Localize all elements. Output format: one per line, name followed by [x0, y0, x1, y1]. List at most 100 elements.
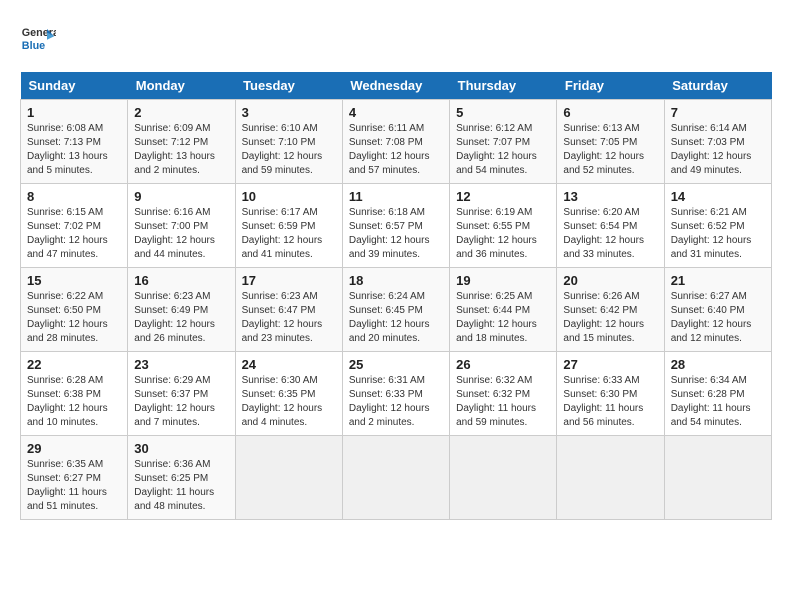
day-number: 11 — [349, 189, 443, 204]
calendar-cell — [664, 436, 771, 520]
calendar-cell — [450, 436, 557, 520]
day-info: Sunrise: 6:09 AMSunset: 7:12 PMDaylight:… — [134, 123, 215, 176]
calendar-cell: 3 Sunrise: 6:10 AMSunset: 7:10 PMDayligh… — [235, 100, 342, 184]
calendar-cell: 14 Sunrise: 6:21 AMSunset: 6:52 PMDaylig… — [664, 184, 771, 268]
day-info: Sunrise: 6:17 AMSunset: 6:59 PMDaylight:… — [242, 207, 323, 260]
day-number: 1 — [27, 105, 121, 120]
calendar-cell: 15 Sunrise: 6:22 AMSunset: 6:50 PMDaylig… — [21, 268, 128, 352]
day-number: 2 — [134, 105, 228, 120]
calendar-cell: 20 Sunrise: 6:26 AMSunset: 6:42 PMDaylig… — [557, 268, 664, 352]
calendar-cell: 1 Sunrise: 6:08 AMSunset: 7:13 PMDayligh… — [21, 100, 128, 184]
day-info: Sunrise: 6:30 AMSunset: 6:35 PMDaylight:… — [242, 375, 323, 428]
calendar-week-row: 8 Sunrise: 6:15 AMSunset: 7:02 PMDayligh… — [21, 184, 772, 268]
calendar-cell: 2 Sunrise: 6:09 AMSunset: 7:12 PMDayligh… — [128, 100, 235, 184]
calendar-cell: 12 Sunrise: 6:19 AMSunset: 6:55 PMDaylig… — [450, 184, 557, 268]
calendar-cell: 13 Sunrise: 6:20 AMSunset: 6:54 PMDaylig… — [557, 184, 664, 268]
day-number: 21 — [671, 273, 765, 288]
day-number: 27 — [563, 357, 657, 372]
day-number: 19 — [456, 273, 550, 288]
calendar-cell: 11 Sunrise: 6:18 AMSunset: 6:57 PMDaylig… — [342, 184, 449, 268]
calendar-week-row: 22 Sunrise: 6:28 AMSunset: 6:38 PMDaylig… — [21, 352, 772, 436]
day-number: 23 — [134, 357, 228, 372]
day-number: 14 — [671, 189, 765, 204]
day-info: Sunrise: 6:20 AMSunset: 6:54 PMDaylight:… — [563, 207, 644, 260]
day-info: Sunrise: 6:27 AMSunset: 6:40 PMDaylight:… — [671, 291, 752, 344]
day-number: 13 — [563, 189, 657, 204]
day-number: 3 — [242, 105, 336, 120]
day-number: 8 — [27, 189, 121, 204]
day-number: 25 — [349, 357, 443, 372]
day-number: 20 — [563, 273, 657, 288]
day-number: 10 — [242, 189, 336, 204]
logo-icon: General Blue — [20, 20, 56, 56]
day-info: Sunrise: 6:15 AMSunset: 7:02 PMDaylight:… — [27, 207, 108, 260]
calendar-cell: 22 Sunrise: 6:28 AMSunset: 6:38 PMDaylig… — [21, 352, 128, 436]
logo: General Blue — [20, 20, 56, 56]
day-info: Sunrise: 6:28 AMSunset: 6:38 PMDaylight:… — [27, 375, 108, 428]
day-info: Sunrise: 6:34 AMSunset: 6:28 PMDaylight:… — [671, 375, 751, 428]
calendar-cell: 4 Sunrise: 6:11 AMSunset: 7:08 PMDayligh… — [342, 100, 449, 184]
day-number: 18 — [349, 273, 443, 288]
day-info: Sunrise: 6:24 AMSunset: 6:45 PMDaylight:… — [349, 291, 430, 344]
calendar-cell: 8 Sunrise: 6:15 AMSunset: 7:02 PMDayligh… — [21, 184, 128, 268]
day-info: Sunrise: 6:13 AMSunset: 7:05 PMDaylight:… — [563, 123, 644, 176]
calendar-cell: 28 Sunrise: 6:34 AMSunset: 6:28 PMDaylig… — [664, 352, 771, 436]
calendar-cell: 9 Sunrise: 6:16 AMSunset: 7:00 PMDayligh… — [128, 184, 235, 268]
day-number: 6 — [563, 105, 657, 120]
svg-text:Blue: Blue — [22, 40, 45, 52]
day-number: 5 — [456, 105, 550, 120]
calendar-cell: 17 Sunrise: 6:23 AMSunset: 6:47 PMDaylig… — [235, 268, 342, 352]
day-number: 28 — [671, 357, 765, 372]
day-number: 17 — [242, 273, 336, 288]
weekday-header-wednesday: Wednesday — [342, 72, 449, 100]
calendar-cell — [342, 436, 449, 520]
calendar-cell: 21 Sunrise: 6:27 AMSunset: 6:40 PMDaylig… — [664, 268, 771, 352]
day-info: Sunrise: 6:35 AMSunset: 6:27 PMDaylight:… — [27, 459, 107, 512]
day-number: 24 — [242, 357, 336, 372]
weekday-header-friday: Friday — [557, 72, 664, 100]
calendar-cell: 27 Sunrise: 6:33 AMSunset: 6:30 PMDaylig… — [557, 352, 664, 436]
weekday-header-thursday: Thursday — [450, 72, 557, 100]
day-number: 7 — [671, 105, 765, 120]
weekday-header-row: SundayMondayTuesdayWednesdayThursdayFrid… — [21, 72, 772, 100]
calendar-cell: 23 Sunrise: 6:29 AMSunset: 6:37 PMDaylig… — [128, 352, 235, 436]
calendar-week-row: 15 Sunrise: 6:22 AMSunset: 6:50 PMDaylig… — [21, 268, 772, 352]
day-info: Sunrise: 6:08 AMSunset: 7:13 PMDaylight:… — [27, 123, 108, 176]
calendar-cell — [557, 436, 664, 520]
calendar-table: SundayMondayTuesdayWednesdayThursdayFrid… — [20, 72, 772, 520]
day-number: 12 — [456, 189, 550, 204]
day-info: Sunrise: 6:23 AMSunset: 6:47 PMDaylight:… — [242, 291, 323, 344]
weekday-header-monday: Monday — [128, 72, 235, 100]
calendar-cell: 18 Sunrise: 6:24 AMSunset: 6:45 PMDaylig… — [342, 268, 449, 352]
calendar-cell: 6 Sunrise: 6:13 AMSunset: 7:05 PMDayligh… — [557, 100, 664, 184]
weekday-header-tuesday: Tuesday — [235, 72, 342, 100]
page-header: General Blue — [20, 20, 772, 56]
day-info: Sunrise: 6:16 AMSunset: 7:00 PMDaylight:… — [134, 207, 215, 260]
day-info: Sunrise: 6:31 AMSunset: 6:33 PMDaylight:… — [349, 375, 430, 428]
day-info: Sunrise: 6:18 AMSunset: 6:57 PMDaylight:… — [349, 207, 430, 260]
day-info: Sunrise: 6:26 AMSunset: 6:42 PMDaylight:… — [563, 291, 644, 344]
day-number: 9 — [134, 189, 228, 204]
day-info: Sunrise: 6:19 AMSunset: 6:55 PMDaylight:… — [456, 207, 537, 260]
day-info: Sunrise: 6:29 AMSunset: 6:37 PMDaylight:… — [134, 375, 215, 428]
calendar-cell: 30 Sunrise: 6:36 AMSunset: 6:25 PMDaylig… — [128, 436, 235, 520]
weekday-header-sunday: Sunday — [21, 72, 128, 100]
calendar-cell: 25 Sunrise: 6:31 AMSunset: 6:33 PMDaylig… — [342, 352, 449, 436]
calendar-cell: 19 Sunrise: 6:25 AMSunset: 6:44 PMDaylig… — [450, 268, 557, 352]
day-info: Sunrise: 6:33 AMSunset: 6:30 PMDaylight:… — [563, 375, 643, 428]
calendar-cell: 5 Sunrise: 6:12 AMSunset: 7:07 PMDayligh… — [450, 100, 557, 184]
calendar-week-row: 1 Sunrise: 6:08 AMSunset: 7:13 PMDayligh… — [21, 100, 772, 184]
calendar-cell: 24 Sunrise: 6:30 AMSunset: 6:35 PMDaylig… — [235, 352, 342, 436]
weekday-header-saturday: Saturday — [664, 72, 771, 100]
day-number: 4 — [349, 105, 443, 120]
day-info: Sunrise: 6:25 AMSunset: 6:44 PMDaylight:… — [456, 291, 537, 344]
day-number: 30 — [134, 441, 228, 456]
day-info: Sunrise: 6:22 AMSunset: 6:50 PMDaylight:… — [27, 291, 108, 344]
calendar-cell: 26 Sunrise: 6:32 AMSunset: 6:32 PMDaylig… — [450, 352, 557, 436]
day-info: Sunrise: 6:36 AMSunset: 6:25 PMDaylight:… — [134, 459, 214, 512]
day-info: Sunrise: 6:14 AMSunset: 7:03 PMDaylight:… — [671, 123, 752, 176]
day-info: Sunrise: 6:11 AMSunset: 7:08 PMDaylight:… — [349, 123, 430, 176]
day-info: Sunrise: 6:12 AMSunset: 7:07 PMDaylight:… — [456, 123, 537, 176]
day-info: Sunrise: 6:21 AMSunset: 6:52 PMDaylight:… — [671, 207, 752, 260]
day-number: 15 — [27, 273, 121, 288]
